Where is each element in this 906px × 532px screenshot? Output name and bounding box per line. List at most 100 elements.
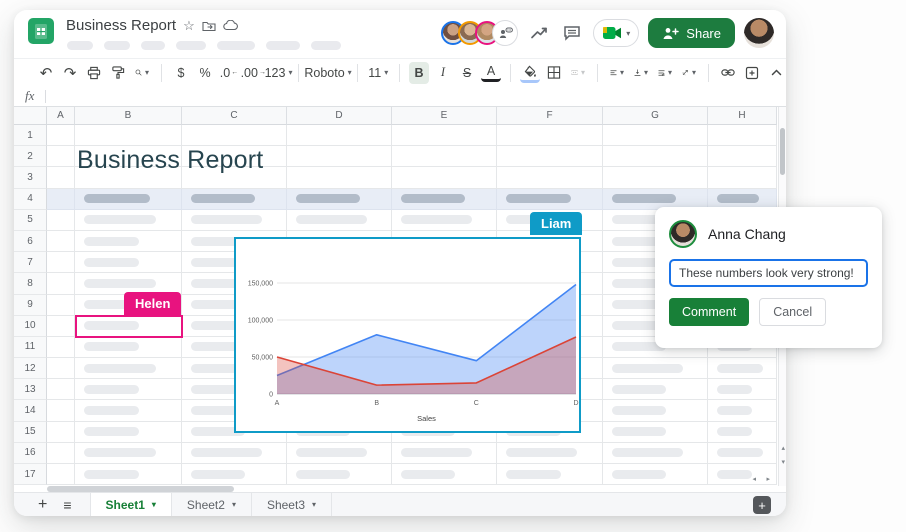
vertical-align-menu[interactable]: ▾: [631, 62, 651, 84]
embedded-area-chart[interactable]: 050,000100,000150,000ABCDSales: [234, 237, 581, 433]
row-header-15[interactable]: 15: [14, 422, 47, 443]
row-header-4[interactable]: 4: [14, 189, 47, 210]
star-icon[interactable]: ☆: [183, 19, 195, 32]
cell-A3[interactable]: [47, 167, 75, 188]
hide-toolbar-button[interactable]: [766, 62, 786, 84]
number-format-menu[interactable]: 123▾: [268, 62, 290, 84]
row-header-9[interactable]: 9: [14, 295, 47, 316]
cell-B12[interactable]: [75, 358, 182, 379]
currency-button[interactable]: $: [171, 62, 191, 84]
cell-A12[interactable]: [47, 358, 75, 379]
cell-A9[interactable]: [47, 295, 75, 316]
cell-F1[interactable]: [497, 125, 603, 146]
cell-B13[interactable]: [75, 379, 182, 400]
italic-button[interactable]: I: [433, 62, 453, 84]
column-header-H[interactable]: H: [708, 107, 777, 125]
cell-D5[interactable]: [287, 210, 392, 231]
row-header-13[interactable]: 13: [14, 379, 47, 400]
merge-cells-button[interactable]: ▾: [568, 62, 588, 84]
row-header-7[interactable]: 7: [14, 252, 47, 273]
cell-D17[interactable]: [287, 464, 392, 485]
font-size-select[interactable]: 11▾: [367, 62, 390, 84]
document-title[interactable]: Business Report: [66, 17, 176, 34]
comment-text-input[interactable]: [669, 259, 868, 287]
menu-item-placeholder[interactable]: [266, 41, 300, 50]
cell-C1[interactable]: [182, 125, 287, 146]
cell-D4[interactable]: [287, 189, 392, 210]
row-header-3[interactable]: 3: [14, 167, 47, 188]
cell-A15[interactable]: [47, 422, 75, 443]
paint-format-button[interactable]: [108, 62, 128, 84]
cell-H13[interactable]: [708, 379, 777, 400]
cell-C16[interactable]: [182, 443, 287, 464]
cell-G2[interactable]: [603, 146, 708, 167]
borders-button[interactable]: [544, 62, 564, 84]
decrease-decimal-button[interactable]: .0←: [219, 62, 239, 84]
row-header-1[interactable]: 1: [14, 125, 47, 146]
column-header-E[interactable]: E: [392, 107, 497, 125]
row-header-5[interactable]: 5: [14, 210, 47, 231]
cell-E4[interactable]: [392, 189, 497, 210]
helen-selected-cell[interactable]: [75, 315, 183, 338]
cell-F3[interactable]: [497, 167, 603, 188]
comment-cancel-button[interactable]: Cancel: [759, 298, 826, 326]
cell-A5[interactable]: [47, 210, 75, 231]
menu-item-placeholder[interactable]: [217, 41, 255, 50]
cell-A13[interactable]: [47, 379, 75, 400]
formula-bar[interactable]: fx: [14, 86, 786, 107]
cell-A2[interactable]: [47, 146, 75, 167]
row-header-10[interactable]: 10: [14, 316, 47, 337]
vertical-scrollbar-thumb[interactable]: [780, 128, 785, 175]
cell-B11[interactable]: [75, 337, 182, 358]
cell-E2[interactable]: [392, 146, 497, 167]
cell-D3[interactable]: [287, 167, 392, 188]
share-button[interactable]: Share: [648, 18, 735, 48]
print-button[interactable]: [84, 62, 104, 84]
cell-H3[interactable]: [708, 167, 777, 188]
row-header-16[interactable]: 16: [14, 443, 47, 464]
cell-B1[interactable]: [75, 125, 182, 146]
column-header-G[interactable]: G: [603, 107, 708, 125]
user-profile-avatar[interactable]: [744, 18, 774, 48]
cell-C4[interactable]: [182, 189, 287, 210]
cell-A17[interactable]: [47, 464, 75, 485]
undo-button[interactable]: ↶: [36, 62, 56, 84]
explore-add-button[interactable]: +: [753, 496, 771, 514]
cell-E3[interactable]: [392, 167, 497, 188]
cell-C17[interactable]: [182, 464, 287, 485]
all-sheets-menu-button[interactable]: ≡: [63, 497, 71, 513]
bold-button[interactable]: B: [409, 62, 429, 84]
cell-G3[interactable]: [603, 167, 708, 188]
cell-A10[interactable]: [47, 316, 75, 337]
cell-E5[interactable]: [392, 210, 497, 231]
sheet-tab-sheet2[interactable]: Sheet2▾: [172, 493, 252, 516]
cell-B4[interactable]: [75, 189, 182, 210]
row-header-17[interactable]: 17: [14, 464, 47, 485]
add-sheet-button[interactable]: +: [38, 496, 47, 514]
cell-G15[interactable]: [603, 422, 708, 443]
insert-link-button[interactable]: [718, 62, 738, 84]
activity-trend-icon[interactable]: [527, 21, 551, 45]
column-header-D[interactable]: D: [287, 107, 392, 125]
scroll-up-arrow[interactable]: ▴: [781, 445, 785, 452]
sheet-tab-sheet1[interactable]: Sheet1▾: [90, 493, 172, 516]
cell-H15[interactable]: [708, 422, 777, 443]
cell-G12[interactable]: [603, 358, 708, 379]
cell-A6[interactable]: [47, 231, 75, 252]
cell-A1[interactable]: [47, 125, 75, 146]
scroll-right-arrow[interactable]: ▸: [766, 476, 770, 483]
cell-H12[interactable]: [708, 358, 777, 379]
cell-H1[interactable]: [708, 125, 777, 146]
cell-D16[interactable]: [287, 443, 392, 464]
row-header-2[interactable]: 2: [14, 146, 47, 167]
text-color-button[interactable]: A: [481, 63, 501, 82]
column-header-F[interactable]: F: [497, 107, 603, 125]
scroll-down-arrow[interactable]: ▾: [781, 459, 785, 466]
percent-button[interactable]: %: [195, 62, 215, 84]
move-folder-icon[interactable]: [202, 20, 216, 32]
cell-A14[interactable]: [47, 400, 75, 421]
cell-G1[interactable]: [603, 125, 708, 146]
row-header-11[interactable]: 11: [14, 337, 47, 358]
cell-B15[interactable]: [75, 422, 182, 443]
insert-comment-button[interactable]: [742, 62, 762, 84]
